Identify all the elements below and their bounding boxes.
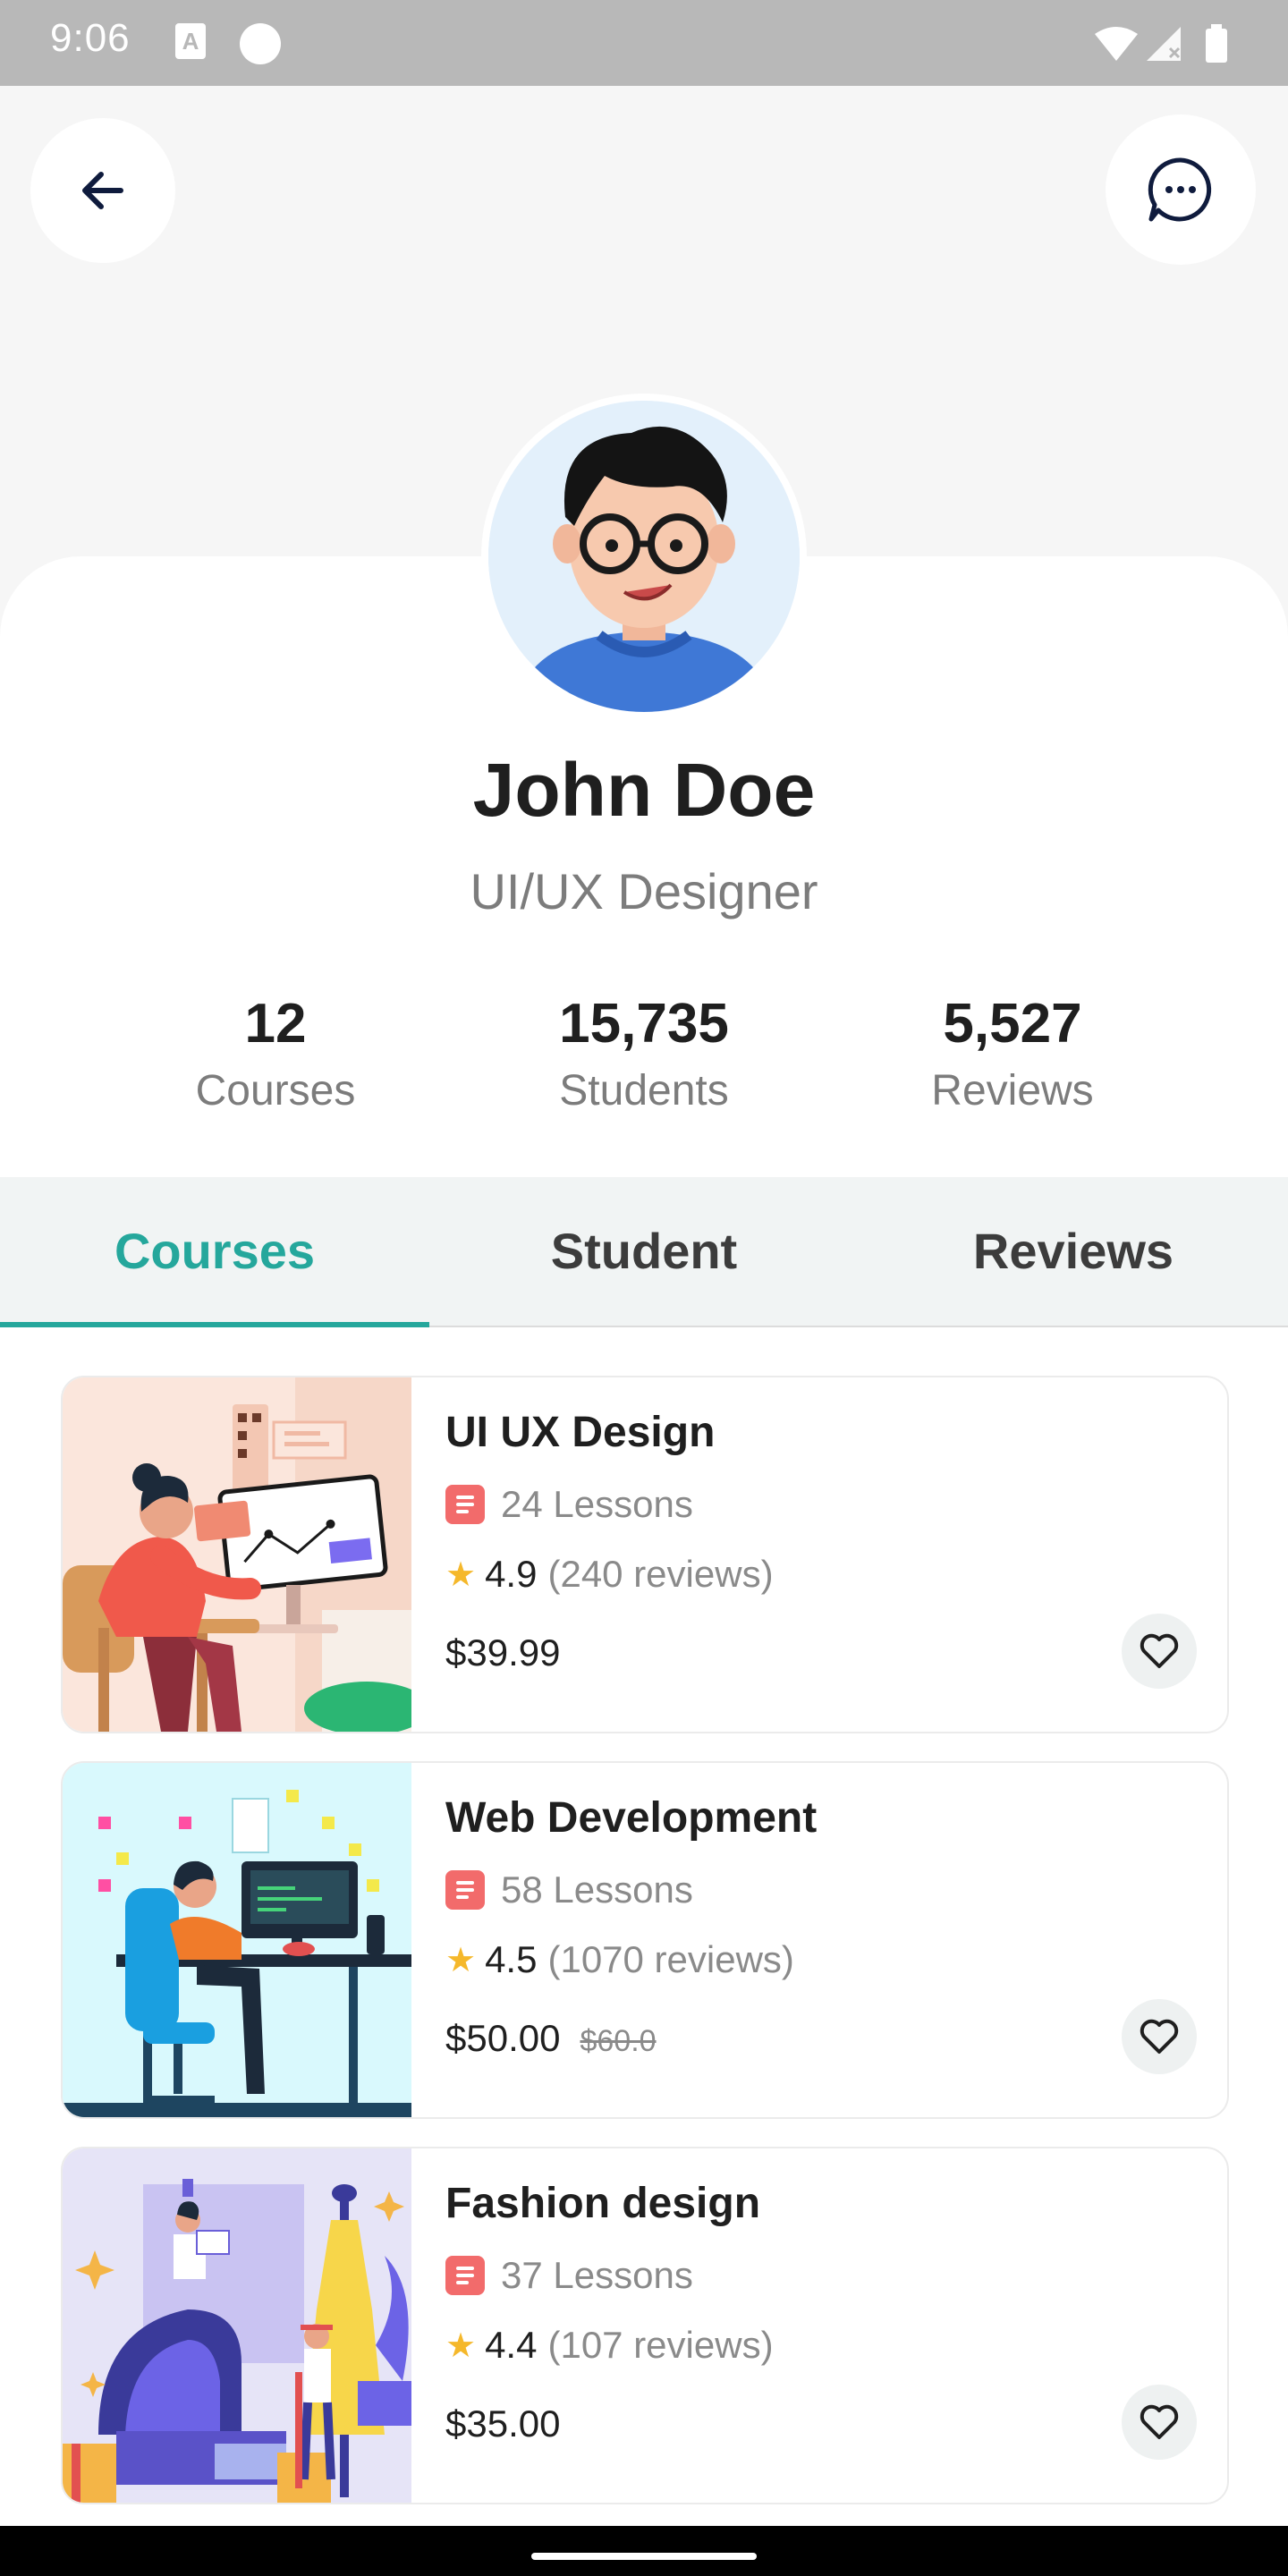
- stat-value: 15,735: [559, 993, 729, 1055]
- lessons-count: 24 Lessons: [501, 1483, 693, 1525]
- course-thumbnail-ui-ux: [63, 1377, 411, 1732]
- active-tab-indicator: [0, 1322, 429, 1327]
- arrow-left-icon: [82, 172, 123, 209]
- lessons-count: 37 Lessons: [501, 2254, 693, 2296]
- rating-value: 4.5: [485, 1938, 538, 1980]
- avatar-illustration: [488, 401, 800, 712]
- heart-icon: [1140, 2019, 1179, 2054]
- reviews-count: (240 reviews): [547, 1553, 774, 1595]
- status-time: 9:06: [50, 16, 131, 60]
- message-button[interactable]: [1106, 114, 1256, 265]
- rating-value: 4.9: [485, 1553, 538, 1595]
- price-row: $39.99: [445, 1631, 560, 1674]
- lessons-row: 37 Lessons: [445, 2254, 693, 2297]
- course-thumbnail-fashion-design: [63, 2148, 411, 2503]
- price-row: $35.00: [445, 2402, 560, 2445]
- stat-value: 5,527: [943, 993, 1082, 1055]
- system-navigation-bar: [0, 2526, 1288, 2576]
- document-icon: [445, 2256, 485, 2295]
- course-card-web-development[interactable]: Web Development 58 Lessons ★ 4.5 (1070 r…: [61, 1761, 1229, 2119]
- rating-value: 4.4: [485, 2324, 538, 2366]
- tab-student[interactable]: Student: [429, 1177, 859, 1326]
- course-card-fashion-design[interactable]: Fashion design 37 Lessons ★ 4.4 (107 rev…: [61, 2147, 1229, 2504]
- course-title: Fashion design: [445, 2180, 761, 2227]
- text-notification-icon: A: [175, 23, 206, 59]
- heart-icon: [1140, 2404, 1179, 2439]
- tab-reviews[interactable]: Reviews: [859, 1177, 1288, 1326]
- favorite-button[interactable]: [1122, 2385, 1197, 2460]
- price-row: $50.00 $60.0: [445, 2017, 657, 2060]
- star-icon: ★: [445, 1941, 477, 1979]
- stat-reviews: 5,527 Reviews: [852, 988, 1174, 1123]
- stats-row: 12 Courses 15,735 Students 5,527 Reviews: [0, 988, 1288, 1131]
- price: $50.00: [445, 2017, 561, 2059]
- stat-courses: 12 Courses: [114, 988, 436, 1123]
- star-icon: ★: [445, 2326, 477, 2365]
- rating-row: ★ 4.4 (107 reviews): [445, 2324, 774, 2367]
- rating-row: ★ 4.5 (1070 reviews): [445, 1938, 794, 1981]
- heart-icon: [1140, 1633, 1179, 1668]
- original-price: $60.0: [580, 2024, 657, 2058]
- course-title: Web Development: [445, 1794, 818, 1842]
- status-right-icons: [1091, 21, 1243, 71]
- lessons-row: 24 Lessons: [445, 1483, 693, 1526]
- tab-bar: Courses Student Reviews: [0, 1177, 1288, 1327]
- course-thumbnail-web-development: [63, 1763, 411, 2117]
- favorite-button[interactable]: [1122, 1999, 1197, 2074]
- price: $39.99: [445, 1631, 561, 1674]
- app-notification-icon: [240, 23, 281, 64]
- home-gesture-handle[interactable]: [531, 2553, 757, 2560]
- star-icon: ★: [445, 1555, 477, 1594]
- back-button[interactable]: [30, 118, 175, 263]
- document-icon: [445, 1485, 485, 1524]
- price: $35.00: [445, 2402, 561, 2445]
- tab-courses[interactable]: Courses: [0, 1177, 429, 1326]
- stat-label: Courses: [195, 1067, 356, 1114]
- course-title: UI UX Design: [445, 1409, 716, 1456]
- course-card-ui-ux-design[interactable]: UI UX Design 24 Lessons ★ 4.9 (240 revie…: [61, 1376, 1229, 1733]
- stat-label: Students: [559, 1067, 729, 1114]
- stat-label: Reviews: [931, 1067, 1094, 1114]
- reviews-count: (1070 reviews): [547, 1938, 794, 1980]
- wifi-signal-battery-icon: [1095, 24, 1227, 63]
- stat-students: 15,735 Students: [483, 988, 805, 1123]
- reviews-count: (107 reviews): [547, 2324, 774, 2366]
- profile-name: John Doe: [472, 748, 816, 832]
- status-bar: 9:06 A: [0, 0, 1288, 86]
- rating-row: ★ 4.9 (240 reviews): [445, 1553, 774, 1596]
- stat-value: 12: [244, 993, 307, 1055]
- profile-role: UI/UX Designer: [470, 863, 818, 919]
- favorite-button[interactable]: [1122, 1614, 1197, 1689]
- document-icon: [445, 1870, 485, 1910]
- lessons-count: 58 Lessons: [501, 1868, 693, 1911]
- lessons-row: 58 Lessons: [445, 1868, 693, 1911]
- avatar: [481, 394, 807, 719]
- chat-bubble-icon: [1148, 157, 1212, 222]
